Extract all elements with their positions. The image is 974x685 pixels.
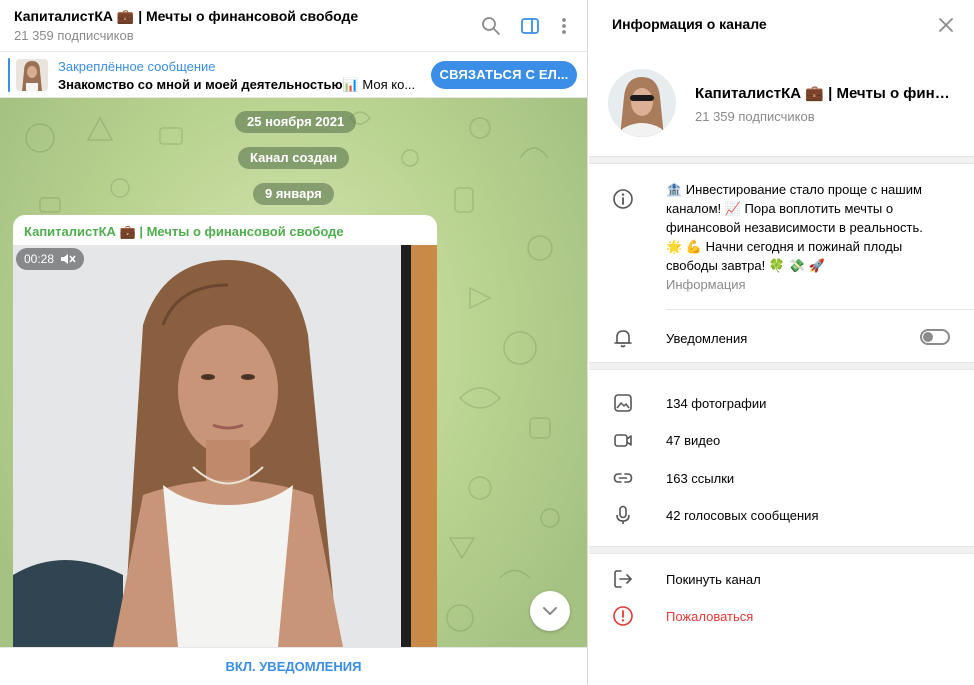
notifications-label: Уведомления [666,331,748,346]
section-divider [589,156,974,164]
bell-icon [612,327,634,349]
photo-icon [612,392,634,414]
leave-channel-button[interactable]: Покинуть канал [666,572,761,587]
contact-button[interactable]: СВЯЗАТЬСЯ С ЕЛ... [431,61,577,89]
channel-info-panel: Информация о канале КапиталистКА 💼 | Меч… [589,0,974,685]
channel-description[interactable]: 🏦 Инвестирование стало проще с нашим кан… [666,180,956,275]
toggle-knob [923,332,933,342]
pinned-title: Закреплённое сообщение [58,59,216,74]
description-line: каналом! 📈 Пора воплотить мечты о [666,201,894,216]
message-author[interactable]: КапиталистКА 💼 | Мечты о финансовой своб… [24,224,344,240]
media-photos-link[interactable]: 134 фотографии [666,396,766,411]
description-line: свободы завтра! 🍀 💸 🚀 [666,258,825,273]
date-separator: 9 января [253,183,334,205]
video-frame [13,245,437,647]
pinned-preview-bold: Знакомство со мной и моей деятельностью📊 [58,77,359,92]
section-divider [589,362,974,370]
report-button[interactable]: Пожаловаться [666,609,753,624]
link-icon [612,467,634,489]
media-videos-link[interactable]: 47 видео [666,433,720,448]
chat-messages-area[interactable]: 25 ноября 2021 Канал создан 9 января Кап… [0,98,587,647]
description-line: 🏦 Инвестирование стало проще с нашим [666,182,922,197]
info-panel-title: Информация о канале [612,16,767,32]
chat-subscriber-count: 21 359 подписчиков [14,28,134,43]
channel-subscriber-count: 21 359 подписчиков [695,109,815,124]
enable-notifications-button[interactable]: ВКЛ. УВЕДОМЛЕНИЯ [0,647,587,685]
row-divider [666,309,974,310]
pinned-preview: Знакомство со мной и моей деятельностью📊… [58,77,418,93]
pinned-indicator [8,58,10,92]
video-camera-icon [612,429,634,451]
chat-panel: КапиталистКА 💼 | Мечты о финансовой своб… [0,0,588,685]
pinned-thumbnail [16,59,48,91]
leave-icon [612,568,634,590]
section-divider [589,546,974,554]
more-menu-icon[interactable] [552,14,576,38]
video-message[interactable]: КапиталистКА 💼 | Мечты о финансовой своб… [13,215,437,647]
pinned-preview-rest: Моя ко... [358,77,416,92]
chevron-down-icon [543,607,557,615]
microphone-icon [612,504,634,526]
channel-created-notice: Канал создан [238,147,350,169]
scroll-down-button[interactable] [530,591,570,631]
mute-icon[interactable] [60,252,76,266]
video-player[interactable]: 00:28 [13,245,437,647]
sidebar-toggle-icon[interactable] [518,14,542,38]
chat-header[interactable]: КапиталистКА 💼 | Мечты о финансовой своб… [0,0,587,52]
report-icon [612,605,634,627]
description-label: Информация [666,277,746,292]
search-icon[interactable] [479,14,503,38]
media-voice-link[interactable]: 42 голосовых сообщения [666,508,818,523]
notifications-toggle[interactable] [920,329,950,345]
video-duration: 00:28 [24,252,55,266]
chat-title[interactable]: КапиталистКА 💼 | Мечты о финансовой своб… [14,8,358,25]
description-line: 🌟 💪 Начни сегодня и пожинай плоды [666,239,903,254]
description-line: финансовой независимости в реальность. [666,220,923,235]
media-links-link[interactable]: 163 ссылки [666,471,734,486]
video-duration-badge: 00:28 [16,248,85,270]
info-icon [612,188,634,210]
pinned-message-bar[interactable]: Закреплённое сообщение Знакомство со мно… [0,52,587,98]
close-icon[interactable] [935,14,957,36]
channel-avatar[interactable] [608,69,676,137]
date-separator: 25 ноября 2021 [235,111,357,133]
channel-name: КапиталистКА 💼 | Мечты о финансовой своб… [695,85,957,102]
